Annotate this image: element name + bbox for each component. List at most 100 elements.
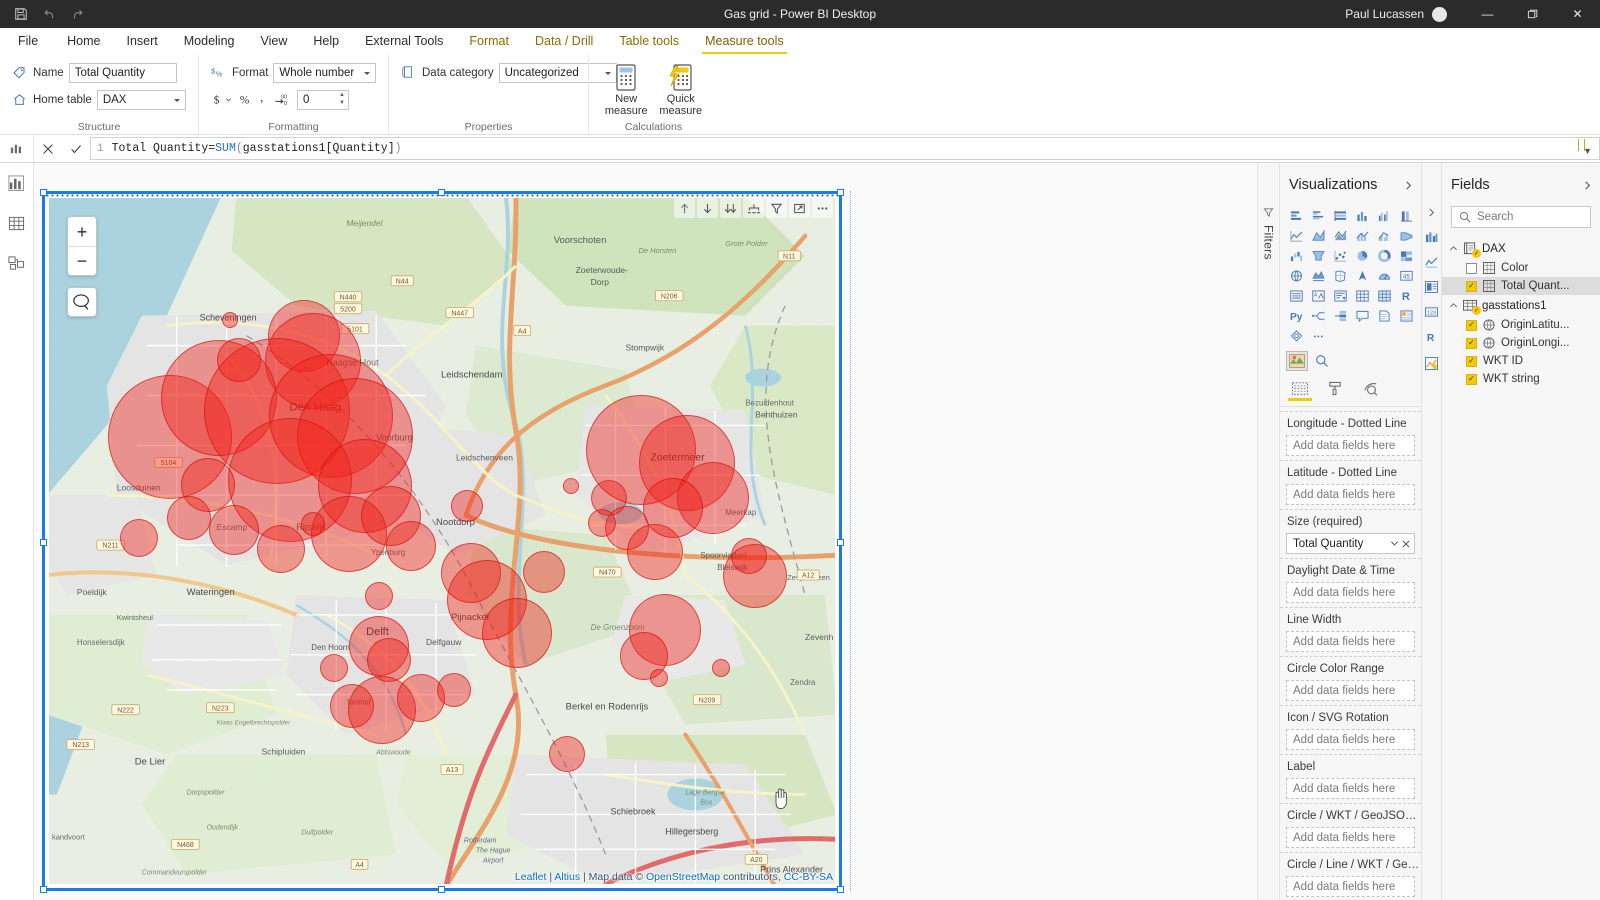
resize-handle-w[interactable]	[40, 539, 47, 546]
thousands-separator-icon[interactable]: ,	[259, 92, 267, 107]
leaflet-link[interactable]: Leaflet	[515, 871, 547, 883]
collapse-fields-icon[interactable]	[1583, 180, 1592, 191]
map-data-bubble[interactable]	[482, 598, 552, 668]
map-data-bubble[interactable]	[257, 525, 305, 573]
r-script-visual-icon[interactable]: R	[1396, 287, 1417, 304]
well-dropzone[interactable]: Add data fields here	[1286, 484, 1415, 505]
gauge-icon[interactable]	[1374, 267, 1395, 284]
quick-measure-button[interactable]: Quick measure	[656, 61, 707, 117]
field-checkbox[interactable]	[1466, 280, 1477, 292]
field-row[interactable]: Total Quant...	[1442, 277, 1600, 295]
line-stacked-column-chart-icon[interactable]	[1352, 227, 1373, 244]
map-data-bubble[interactable]	[367, 638, 411, 682]
ribbon-tab-home[interactable]: Home	[54, 28, 113, 54]
ribbon-tab-view[interactable]: View	[248, 28, 301, 54]
ribbon-tab-data-drill[interactable]: Data / Drill	[522, 28, 606, 54]
well-dropzone[interactable]: Add data fields here	[1286, 827, 1415, 848]
map-data-bubble[interactable]	[222, 312, 238, 328]
chevron-expand-icon[interactable]	[1449, 302, 1458, 309]
field-row[interactable]: Color	[1442, 259, 1600, 277]
well-dropzone[interactable]: Add data fields here	[1286, 876, 1415, 897]
card-side-icon[interactable]	[1425, 281, 1438, 293]
expand-all-icon[interactable]	[720, 198, 741, 218]
map-data-bubble[interactable]	[397, 674, 445, 722]
line-chart-icon[interactable]	[1286, 227, 1307, 244]
zoom-out-button[interactable]: −	[68, 246, 96, 275]
100-stacked-bar-chart-icon[interactable]	[1330, 207, 1351, 224]
arcgis-map-icon[interactable]	[1352, 267, 1373, 284]
clustered-bar-chart-icon[interactable]	[1308, 207, 1329, 224]
focus-mode-icon[interactable]	[789, 198, 810, 218]
well-field-chip[interactable]: Total Quantity	[1286, 533, 1415, 554]
chevron-down-icon[interactable]: ▼	[1583, 146, 1592, 156]
collapse-visualizations-icon[interactable]	[1404, 180, 1413, 191]
treemap-icon[interactable]	[1396, 247, 1417, 264]
numeric-side-icon[interactable]: 123	[1425, 306, 1438, 318]
kpi-icon[interactable]: A	[1308, 287, 1329, 304]
field-checkbox[interactable]	[1466, 355, 1477, 367]
sidebar-item-data-view[interactable]	[5, 211, 29, 235]
format-select[interactable]: Whole number	[273, 62, 376, 83]
close-button[interactable]: ✕	[1555, 0, 1600, 28]
lasso-select-icon[interactable]	[67, 287, 97, 317]
redo-icon[interactable]	[64, 2, 90, 26]
field-checkbox[interactable]	[1466, 262, 1477, 274]
funnel-chart-icon[interactable]	[1308, 247, 1329, 264]
altius-map-visual-icon[interactable]	[1286, 351, 1308, 371]
decimal-places-icon[interactable]: 00 0	[274, 92, 290, 107]
map-data-bubble[interactable]	[365, 582, 393, 610]
well-dropzone[interactable]: Add data fields here	[1286, 680, 1415, 701]
ribbon-tab-insert[interactable]: Insert	[114, 28, 171, 54]
more-options-icon[interactable]	[812, 198, 833, 218]
filter-icon[interactable]	[766, 198, 787, 218]
field-row[interactable]: OriginLongi...	[1442, 334, 1600, 352]
fields-tree[interactable]: ✓DAXColorTotal Quant...✓gasstations1 Orig…	[1442, 238, 1600, 388]
field-checkbox[interactable]	[1466, 337, 1477, 349]
license-link[interactable]: CC-BY-SA	[784, 871, 833, 883]
undo-icon[interactable]	[36, 2, 62, 26]
field-checkbox[interactable]	[1466, 373, 1477, 385]
map-data-bubble[interactable]	[627, 524, 683, 580]
smart-narrative-icon[interactable]	[1374, 307, 1395, 324]
clustered-column-chart-icon[interactable]	[1374, 207, 1395, 224]
tab-analytics[interactable]	[1363, 381, 1379, 400]
multi-row-card-icon[interactable]	[1286, 287, 1307, 304]
key-influencers-icon[interactable]	[1330, 307, 1351, 324]
well-dropzone[interactable]: Add data fields here	[1286, 631, 1415, 652]
home-table-select[interactable]: DAX	[96, 89, 186, 110]
donut-chart-icon[interactable]	[1374, 247, 1395, 264]
stacked-area-chart-icon[interactable]	[1330, 227, 1351, 244]
field-row[interactable]: WKT ID	[1442, 352, 1600, 370]
python-visual-icon[interactable]: Py	[1286, 307, 1307, 324]
field-checkbox[interactable]	[1466, 319, 1477, 331]
map-data-bubble[interactable]	[731, 538, 767, 574]
stacked-bar-chart-icon[interactable]	[1286, 207, 1307, 224]
sidebar-item-report-view[interactable]	[5, 171, 29, 195]
tab-fields-build[interactable]	[1288, 381, 1312, 401]
map-data-bubble[interactable]	[386, 521, 436, 571]
ribbon-tab-table-tools[interactable]: Table tools	[606, 28, 692, 54]
fields-table-row[interactable]: ✓ gasstations1	[1442, 295, 1600, 316]
zoom-in-button[interactable]: +	[68, 217, 96, 246]
maximize-button[interactable]	[1510, 0, 1555, 28]
decomposition-tree-icon[interactable]	[1308, 307, 1329, 324]
map-data-bubble[interactable]	[451, 490, 483, 522]
fields-table-row[interactable]: ✓ DAX	[1442, 238, 1600, 259]
map-data-bubble[interactable]	[563, 478, 579, 494]
measure-name-input[interactable]: Total Quantity	[68, 62, 177, 83]
paginated-report-icon[interactable]	[1396, 307, 1417, 324]
map-data-bubble[interactable]	[437, 673, 471, 707]
map-data-bubble[interactable]	[320, 654, 348, 682]
clustered-column-icon[interactable]	[1425, 231, 1438, 243]
ribbon-tab-format[interactable]: Format	[456, 28, 522, 54]
map-data-bubble[interactable]	[167, 496, 211, 540]
shapes-visual-icon[interactable]	[1286, 327, 1307, 344]
pie-chart-icon[interactable]	[1352, 247, 1373, 264]
r-side-icon[interactable]: R	[1425, 331, 1438, 344]
resize-handle-e[interactable]	[837, 539, 844, 546]
slicer-icon[interactable]	[1330, 287, 1351, 304]
ribbon-tab-external-tools[interactable]: External Tools	[352, 28, 456, 54]
get-more-visuals-icon[interactable]	[1315, 354, 1329, 368]
ribbon-chart-icon[interactable]	[1396, 227, 1417, 244]
ribbon-tab-modeling[interactable]: Modeling	[171, 28, 248, 54]
